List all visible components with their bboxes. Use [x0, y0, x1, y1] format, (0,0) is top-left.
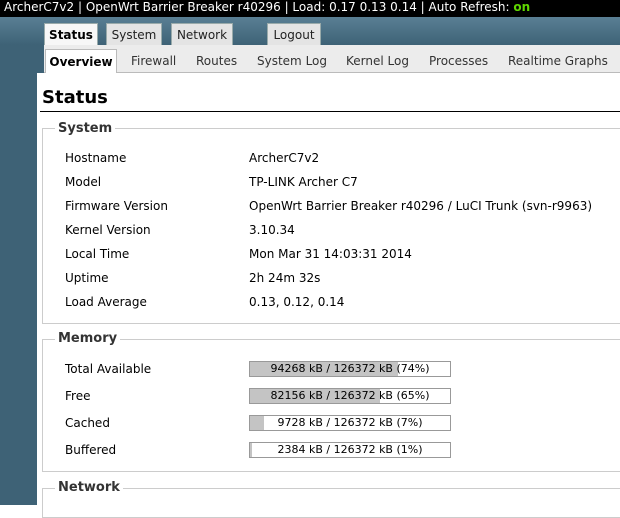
- top-status-text: ArcherC7v2 | OpenWrt Barrier Breaker r40…: [4, 0, 514, 14]
- total-available-label: Total Available: [65, 362, 152, 376]
- system-legend: System: [55, 121, 116, 136]
- cached-bar-text: 9728 kB / 126372 kB (7%): [277, 416, 423, 429]
- firmware-version-label: Firmware Version: [65, 199, 168, 213]
- network-section: [42, 488, 620, 518]
- subtab-system-log[interactable]: System Log: [257, 49, 327, 73]
- total-available-bar-text: 94268 kB / 126372 kB (74%): [270, 362, 430, 375]
- cached-bar: 9728 kB / 126372 kB (7%): [249, 415, 451, 431]
- local-time-label: Local Time: [65, 247, 130, 261]
- title-divider: [40, 111, 620, 112]
- uptime-value: 2h 24m 32s: [249, 271, 321, 285]
- network-legend: Network: [55, 480, 123, 495]
- subtab-routes[interactable]: Routes: [196, 49, 237, 73]
- tab-system[interactable]: System: [106, 23, 162, 45]
- buffered-bar-text: 2384 kB / 126372 kB (1%): [277, 443, 423, 456]
- load-average-value: 0.13, 0.12, 0.14: [249, 295, 345, 309]
- auto-refresh-toggle[interactable]: on: [513, 0, 530, 14]
- cached-label: Cached: [65, 416, 110, 430]
- subtab-kernel-log[interactable]: Kernel Log: [346, 49, 409, 73]
- subtab-firewall[interactable]: Firewall: [131, 49, 176, 73]
- subtab-realtime-graphs[interactable]: Realtime Graphs: [508, 49, 608, 73]
- uptime-label: Uptime: [65, 271, 109, 285]
- buffered-bar: 2384 kB / 126372 kB (1%): [249, 442, 451, 458]
- left-margin-strip: [0, 73, 37, 505]
- local-time-value: Mon Mar 31 14:03:31 2014: [249, 247, 412, 261]
- tab-logout[interactable]: Logout: [267, 23, 321, 45]
- top-status-bar: ArcherC7v2 | OpenWrt Barrier Breaker r40…: [0, 0, 620, 17]
- free-bar-text: 82156 kB / 126372 kB (65%): [270, 389, 430, 402]
- tab-status[interactable]: Status: [44, 23, 98, 45]
- subtab-overview[interactable]: Overview: [45, 49, 117, 73]
- load-average-label: Load Average: [65, 295, 147, 309]
- buffered-label: Buffered: [65, 443, 117, 457]
- hostname-value: ArcherC7v2: [249, 151, 320, 165]
- firmware-version-value: OpenWrt Barrier Breaker r40296 / LuCI Tr…: [249, 199, 593, 213]
- free-bar: 82156 kB / 126372 kB (65%): [249, 388, 451, 404]
- tab-network[interactable]: Network: [171, 23, 233, 45]
- memory-legend: Memory: [55, 331, 121, 346]
- hostname-label: Hostname: [65, 151, 127, 165]
- model-label: Model: [65, 175, 102, 189]
- kernel-version-value: 3.10.34: [249, 223, 295, 237]
- page-title: Status: [42, 87, 108, 108]
- model-value: TP-LINK Archer C7: [249, 175, 358, 189]
- kernel-version-label: Kernel Version: [65, 223, 151, 237]
- subtab-processes[interactable]: Processes: [429, 49, 488, 73]
- free-label: Free: [65, 389, 91, 403]
- total-available-bar: 94268 kB / 126372 kB (74%): [249, 361, 451, 377]
